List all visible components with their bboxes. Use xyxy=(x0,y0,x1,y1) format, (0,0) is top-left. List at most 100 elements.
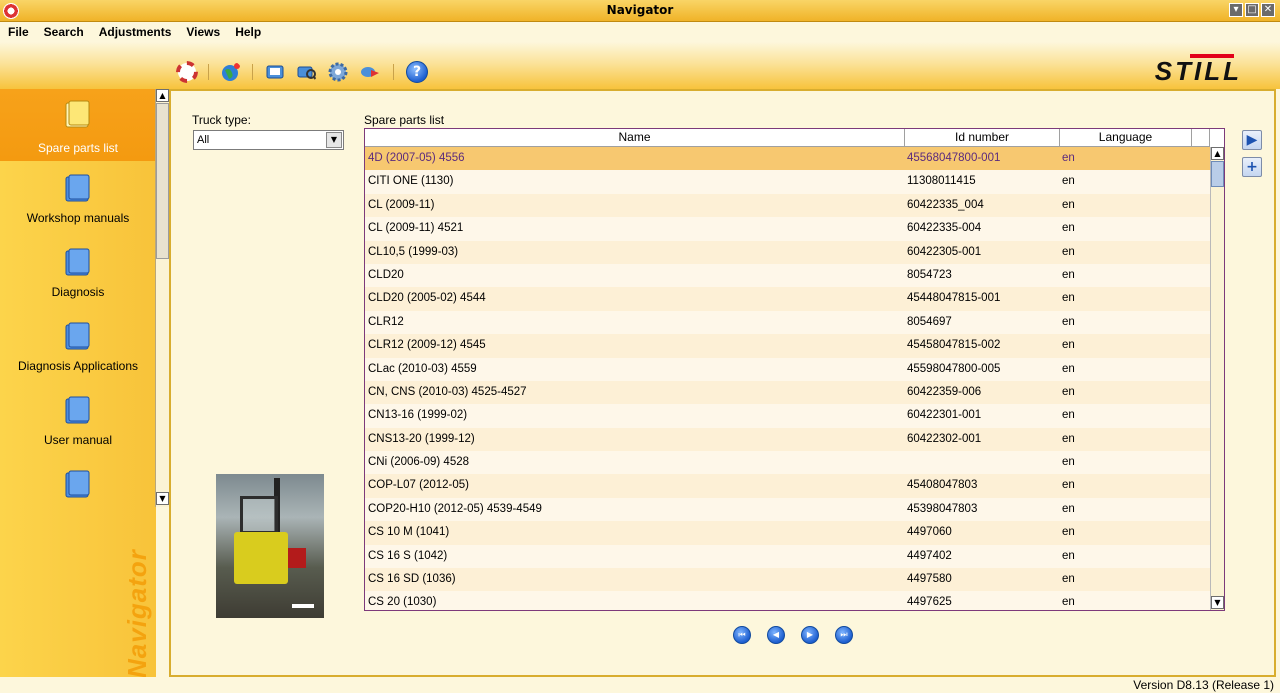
table-row[interactable]: 4D (2007-05) 4556 45568047800-001 en xyxy=(365,147,1210,171)
sidebar-item-more[interactable] xyxy=(0,459,156,531)
scroll-up-button[interactable]: ▲ xyxy=(1211,147,1224,160)
column-header-name[interactable]: Name xyxy=(365,129,905,146)
cell-id-number: 45568047800-001 xyxy=(907,152,1001,164)
cell-id-number: 60422301-001 xyxy=(907,409,982,422)
scroll-up-button[interactable]: ▲ xyxy=(156,89,169,102)
cell-language: en xyxy=(1062,502,1075,515)
open-button[interactable]: ▶ xyxy=(1242,130,1262,150)
sidebar-item-workshop-manuals[interactable]: Workshop manuals xyxy=(0,163,156,235)
menu-adjustments[interactable]: Adjustments xyxy=(91,22,179,39)
cell-language: en xyxy=(1062,573,1075,586)
status-bar: Version D8.13 (Release 1) xyxy=(0,677,1280,693)
cell-name: CITI ONE (1130) xyxy=(368,175,454,188)
cell-id-number: 4497580 xyxy=(907,573,952,586)
menu-search[interactable]: Search xyxy=(36,22,91,39)
table-row[interactable]: CNi (2006-09) 4528 en xyxy=(365,451,1210,475)
cell-language: en xyxy=(1062,339,1075,352)
title-bar: Navigator ▾ □ ✕ xyxy=(0,0,1280,22)
table-row[interactable]: CLR12 (2009-12) 4545 45458047815-002 en xyxy=(365,334,1210,358)
scroll-thumb[interactable] xyxy=(1211,161,1224,187)
table-row[interactable]: CN, CNS (2010-03) 4525-4527 60422359-006 e… xyxy=(365,380,1210,405)
sidebar-item-label: Diagnosis xyxy=(51,285,105,299)
table-row[interactable]: CLD20 (2005-02) 4544 45448047815-001 en xyxy=(365,287,1210,311)
help-icon[interactable]: ? xyxy=(406,61,428,83)
menu-help[interactable]: Help xyxy=(227,22,268,39)
main-panel: Truck type: All ▼ Spare parts list Name … xyxy=(169,89,1276,677)
sidebar-item-diagnosis-applications[interactable]: Diagnosis Applications xyxy=(0,311,156,383)
table-row[interactable]: CL (2009-11) 60422335_004 en xyxy=(365,193,1210,218)
table-row[interactable]: CLac (2010-03) 4559 45598047800-005 en xyxy=(365,357,1210,381)
last-page-button[interactable]: ⏭ xyxy=(835,626,853,644)
table-row[interactable]: COP20-H10 (2012-05) 4539-4549 45398047803… xyxy=(365,497,1210,522)
previous-page-button[interactable]: ◀ xyxy=(767,626,785,644)
sidebar-scrollbar[interactable]: ▲ ▼ xyxy=(155,89,169,507)
cell-id-number: 45398047803 xyxy=(907,502,978,515)
next-page-button[interactable]: ▶ xyxy=(801,626,819,644)
table-row[interactable]: CLD20 8054723 en xyxy=(365,263,1210,288)
spare-parts-list-label: Spare parts list xyxy=(364,113,445,127)
table-row[interactable]: CLR12 8054697 en xyxy=(365,310,1210,335)
cell-name: CN13-16 (1999-02) xyxy=(368,409,468,422)
lifebuoy-icon[interactable] xyxy=(176,61,198,83)
folder-icon xyxy=(65,174,90,202)
scroll-down-button[interactable]: ▼ xyxy=(1211,596,1224,609)
transfer-icon[interactable] xyxy=(359,61,381,83)
globe-icon[interactable] xyxy=(220,61,242,83)
table-row[interactable]: CS 16 S (1042) 4497402 en xyxy=(365,544,1210,569)
cell-name: CN, CNS (2010-03) 4525-4527 xyxy=(368,385,527,398)
cell-name: CLac (2010-03) 4559 xyxy=(368,362,477,375)
cell-language: en xyxy=(1062,152,1075,164)
column-header-language[interactable]: Language xyxy=(1060,129,1192,146)
truck-type-select[interactable]: All ▼ xyxy=(193,130,344,150)
cell-id-number: 4497625 xyxy=(907,596,952,609)
sidebar-item-spare-parts-list[interactable]: Spare parts list xyxy=(0,89,156,161)
cell-language: en xyxy=(1062,198,1075,211)
table-row[interactable]: CNS13-20 (1999-12) 60422302-001 en xyxy=(365,427,1210,452)
menu-file[interactable]: File xyxy=(0,22,36,39)
cell-language: en xyxy=(1062,409,1075,422)
chevron-down-icon[interactable]: ▼ xyxy=(326,132,342,148)
sidebar-item-diagnosis[interactable]: Diagnosis xyxy=(0,237,156,309)
table-row[interactable]: CL (2009-11) 4521 60422335-004 en xyxy=(365,217,1210,241)
cell-name: CS 10 M (1041) xyxy=(368,526,450,539)
cell-language: en xyxy=(1062,456,1075,469)
minimize-button[interactable]: ▾ xyxy=(1229,3,1243,17)
sidebar-item-user-manual[interactable]: User manual xyxy=(0,385,156,457)
column-header-id-number[interactable]: Id number xyxy=(905,129,1060,146)
add-button[interactable]: + xyxy=(1242,157,1262,177)
cell-language: en xyxy=(1062,596,1075,609)
close-button[interactable]: ✕ xyxy=(1261,3,1275,17)
cell-name: CL (2009-11) xyxy=(368,198,435,211)
first-page-button[interactable]: ⏮ xyxy=(733,626,751,644)
table-row[interactable]: CITI ONE (1130) 11308011415 en xyxy=(365,170,1210,194)
cell-name: CLR12 (2009-12) 4545 xyxy=(368,339,486,352)
cell-id-number: 60422305-001 xyxy=(907,245,982,258)
scroll-down-button[interactable]: ▼ xyxy=(156,492,169,505)
cell-language: en xyxy=(1062,385,1075,398)
cell-name: CS 20 (1030) xyxy=(368,596,437,609)
maximize-button[interactable]: □ xyxy=(1245,3,1259,17)
cell-id-number: 11308011415 xyxy=(907,175,976,188)
scroll-thumb[interactable] xyxy=(156,103,169,259)
folder-icon xyxy=(65,100,90,128)
menu-views[interactable]: Views xyxy=(178,22,227,39)
still-logo: STILL xyxy=(1154,56,1242,86)
version-label: Version D8.13 (Release 1) xyxy=(1133,678,1274,692)
book-icon[interactable] xyxy=(264,61,286,83)
cell-id-number: 8054723 xyxy=(907,268,952,281)
table-row[interactable]: CS 10 M (1041) 4497060 en xyxy=(365,521,1210,545)
magnifier-book-icon[interactable] xyxy=(296,61,318,83)
cell-id-number: 60422335_004 xyxy=(907,198,984,211)
cell-name: CLD20 xyxy=(368,268,404,281)
table-row[interactable]: CL10,5 (1999-03) 60422305-001 en xyxy=(365,240,1210,264)
cell-language: en xyxy=(1062,526,1075,539)
table-row[interactable]: CS 20 (1030) 4497625 en xyxy=(365,591,1210,610)
gear-icon[interactable] xyxy=(327,61,349,83)
toolbar: ? STILL xyxy=(0,42,1280,89)
table-scrollbar[interactable]: ▲ ▼ xyxy=(1210,147,1224,610)
table-row[interactable]: COP-L07 (2012-05) 45408047803 en xyxy=(365,474,1210,498)
table-row[interactable]: CS 16 SD (1036) 4497580 en xyxy=(365,568,1210,592)
cell-id-number: 4497402 xyxy=(907,549,952,562)
folder-icon xyxy=(65,396,90,424)
table-row[interactable]: CN13-16 (1999-02) 60422301-001 en xyxy=(365,404,1210,428)
